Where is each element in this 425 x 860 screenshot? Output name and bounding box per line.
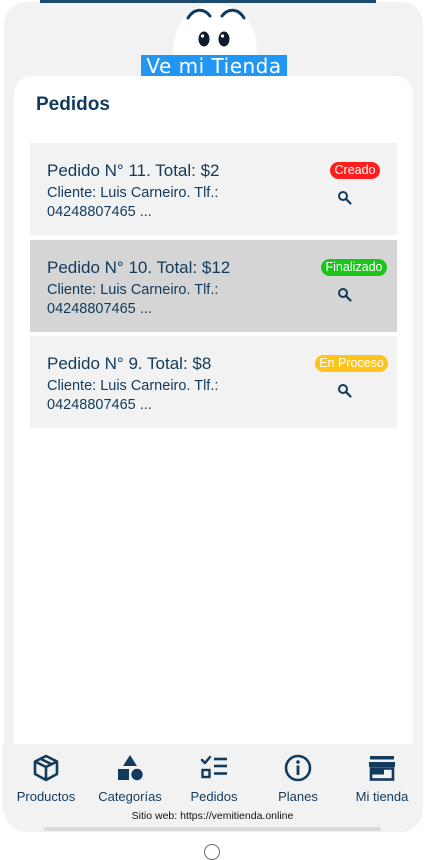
- search-icon[interactable]: [337, 287, 353, 303]
- nav-item-mi-tienda[interactable]: Mi tienda: [340, 744, 424, 804]
- info-icon: [284, 754, 312, 782]
- site-footer: Sitio web: https://vemitienda.online: [0, 810, 425, 822]
- status-badge: En Proceso: [315, 355, 388, 372]
- nav-label: Mi tienda: [355, 789, 409, 804]
- nav-label: Pedidos: [190, 789, 238, 804]
- order-client-line: Cliente: Luis Carneiro. Tlf.:: [47, 185, 219, 201]
- order-item-9[interactable]: Pedido N° 9. Total: $8 Cliente: Luis Car…: [30, 336, 397, 428]
- status-badge: Finalizado: [321, 259, 387, 276]
- order-phone-line: 04248807465 ...: [47, 204, 152, 220]
- nav-label: Productos: [16, 789, 76, 804]
- order-client-info: Cliente: Luis Carneiro. Tlf.: 0424880746…: [47, 184, 257, 222]
- site-url-link[interactable]: https://vemitienda.online: [180, 810, 293, 822]
- nav-shadow: [44, 827, 381, 831]
- order-phone-line: 04248807465 ...: [47, 301, 152, 317]
- page-title: Pedidos: [36, 94, 110, 115]
- store-icon: [369, 756, 395, 781]
- order-client-info: Cliente: Luis Carneiro. Tlf.: 0424880746…: [47, 281, 257, 319]
- home-button-icon[interactable]: [204, 844, 220, 860]
- nav-label: Planes: [278, 789, 318, 804]
- order-title: Pedido N° 10. Total: $12: [47, 258, 231, 277]
- nav-item-categorias[interactable]: Categorías: [88, 744, 172, 804]
- order-client-line: Cliente: Luis Carneiro. Tlf.:: [47, 378, 219, 394]
- order-client-line: Cliente: Luis Carneiro. Tlf.:: [47, 282, 219, 298]
- order-phone-line: 04248807465 ...: [47, 397, 152, 413]
- nav-item-productos[interactable]: Productos: [4, 744, 88, 804]
- order-title: Pedido N° 11. Total: $2: [47, 161, 220, 180]
- brand-name: Ve mi Tienda: [141, 55, 287, 77]
- nav-item-pedidos[interactable]: Pedidos: [172, 744, 256, 804]
- order-client-info: Cliente: Luis Carneiro. Tlf.: 0424880746…: [47, 377, 257, 415]
- mascot-logo-icon: [173, 4, 257, 62]
- nav-label: Categorías: [98, 789, 162, 804]
- nav-item-planes[interactable]: Planes: [256, 744, 340, 804]
- search-icon[interactable]: [337, 190, 353, 206]
- box-icon: [33, 754, 59, 782]
- search-icon[interactable]: [337, 383, 353, 399]
- status-badge: Creado: [330, 162, 380, 179]
- order-title: Pedido N° 9. Total: $8: [47, 354, 212, 373]
- checklist-icon: [200, 755, 227, 779]
- shapes-icon: [118, 755, 143, 781]
- site-label: Sitio web:: [131, 810, 178, 822]
- order-item-10[interactable]: Pedido N° 10. Total: $12 Cliente: Luis C…: [30, 240, 397, 332]
- order-item-11[interactable]: Pedido N° 11. Total: $2 Cliente: Luis Ca…: [30, 143, 397, 235]
